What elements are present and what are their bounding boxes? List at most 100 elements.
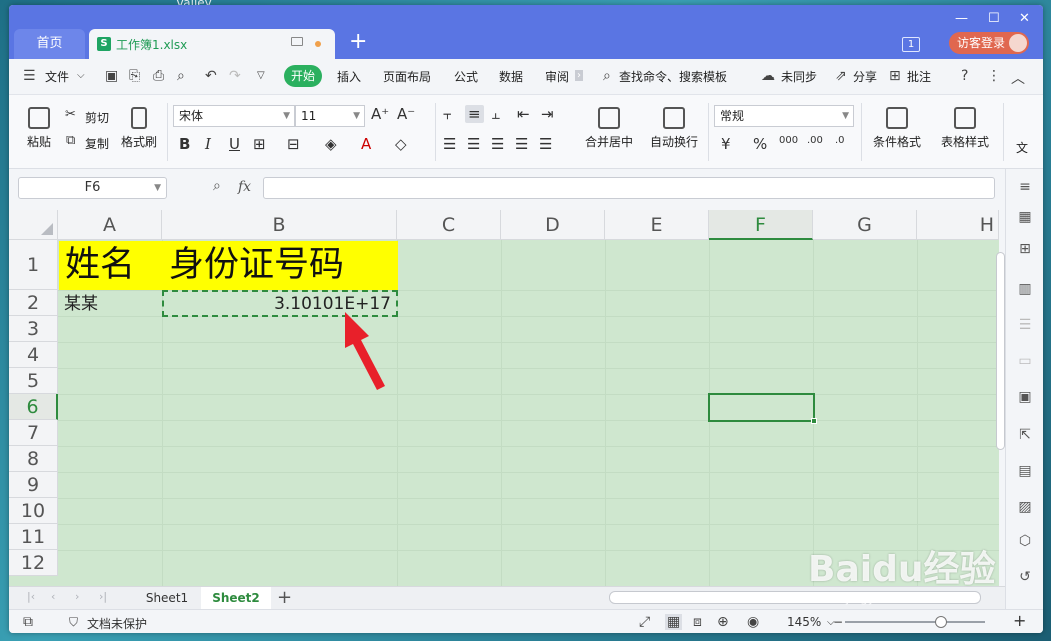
command-search[interactable]: 查找命令、搜索模板 — [619, 68, 727, 85]
cut-button[interactable]: 剪切 — [85, 109, 109, 126]
row-header-8[interactable]: 8 — [9, 446, 58, 472]
chevron-down-icon[interactable]: ⌵ — [77, 70, 85, 81]
sync-status[interactable]: 未同步 — [781, 68, 817, 85]
conditional-format-button[interactable]: 条件格式 — [865, 107, 929, 150]
prev-sheet-icon[interactable]: ‹ — [51, 590, 55, 603]
table-style-button[interactable]: 表格样式 — [933, 107, 997, 150]
menu-formula[interactable]: 公式 — [454, 68, 478, 85]
font-name-select[interactable]: 宋体 ▼ — [173, 105, 295, 127]
maximize-icon[interactable]: ☐ — [988, 11, 1000, 26]
paste-button[interactable]: 粘贴 — [19, 107, 59, 150]
zoom-out-button[interactable]: − — [833, 615, 843, 629]
column-header-d[interactable]: D — [501, 210, 605, 240]
tab-document[interactable]: S 工作簿1.xlsx — [89, 29, 335, 59]
print-icon[interactable]: ⎙ — [153, 68, 164, 84]
last-sheet-icon[interactable]: ›| — [99, 590, 107, 603]
row-header-7[interactable]: 7 — [9, 420, 58, 446]
clear-icon[interactable]: ◇ — [395, 135, 407, 153]
column-header-e[interactable]: E — [605, 210, 709, 240]
merge-center-button[interactable]: 合并居中 — [577, 107, 641, 150]
outdent-icon[interactable]: ⇤ — [517, 105, 530, 123]
row-header-3[interactable]: 3 — [9, 316, 58, 342]
menu-file[interactable]: 文件 — [45, 68, 69, 85]
share-button[interactable]: 分享 — [853, 68, 877, 85]
export-icon[interactable]: ⎘ — [129, 68, 140, 84]
increase-decimal-icon[interactable]: .00 — [807, 135, 823, 146]
menu-icon[interactable]: ≡ — [1016, 179, 1034, 195]
row-header-4[interactable]: 4 — [9, 342, 58, 368]
column-header-f[interactable]: F — [709, 210, 813, 240]
history-icon[interactable]: ↺ — [1016, 569, 1034, 585]
menu-page-layout[interactable]: 页面布局 — [383, 68, 431, 85]
format-painter-button[interactable]: 格式刷 — [117, 107, 161, 150]
eye-protect-icon[interactable]: ◉ — [747, 614, 759, 630]
reading-mode-icon[interactable]: ⊕ — [717, 614, 729, 630]
ribbon-more-label[interactable]: 文 — [1016, 139, 1028, 156]
guest-login-button[interactable]: 访客登录 — [949, 32, 1029, 54]
monitor-icon[interactable] — [291, 37, 303, 46]
vertical-scroll-thumb[interactable] — [996, 252, 1005, 450]
close-icon[interactable]: ✕ — [1019, 11, 1030, 26]
column-header-c[interactable]: C — [397, 210, 501, 240]
name-box[interactable]: F6 ▼ — [18, 177, 167, 199]
customize-icon[interactable]: ▽ — [257, 70, 265, 81]
column-header-b[interactable]: B — [162, 210, 397, 240]
new-tab-button[interactable]: + — [349, 31, 367, 53]
share-icon[interactable]: ⇱ — [1016, 427, 1034, 443]
shield-icon[interactable]: ⬡ — [1016, 533, 1034, 549]
settings-icon[interactable]: ☰ — [1016, 317, 1034, 333]
apps-icon[interactable]: ⊞ — [1016, 241, 1034, 257]
fill-handle[interactable] — [811, 418, 817, 424]
zoom-slider[interactable] — [845, 616, 985, 628]
row-header-10[interactable]: 10 — [9, 498, 58, 524]
row-header-9[interactable]: 9 — [9, 472, 58, 498]
currency-icon[interactable]: ¥ — [721, 135, 731, 153]
search-icon[interactable]: ⌕ — [603, 68, 611, 84]
align-center-icon[interactable]: ☰ — [467, 135, 480, 153]
tab-home[interactable]: 首页 — [14, 29, 85, 59]
thousands-icon[interactable]: 000 — [779, 135, 798, 146]
underline-icon[interactable]: U — [229, 135, 240, 153]
percent-icon[interactable]: % — [753, 135, 767, 153]
wrap-text-button[interactable]: 自动换行 — [645, 107, 703, 150]
workbook-icon[interactable]: ⧉ — [23, 614, 33, 630]
more-tabs-icon[interactable]: › — [575, 70, 583, 81]
justify-icon[interactable]: ☰ — [515, 135, 528, 153]
chart-icon[interactable]: ▥ — [1016, 281, 1034, 297]
sheet-tab-2[interactable]: Sheet2 — [201, 587, 271, 609]
table-icon[interactable]: ▦ — [1016, 209, 1034, 225]
cell-a1[interactable]: 姓名 — [59, 241, 163, 290]
distribute-icon[interactable]: ☰ — [539, 135, 552, 153]
zoom-level[interactable]: 145% — [787, 615, 821, 629]
hamburger-icon[interactable]: ☰ — [23, 68, 36, 84]
help-icon[interactable]: ? — [961, 68, 968, 84]
cell-a2[interactable]: 某某 — [64, 291, 162, 316]
row-header-6[interactable]: 6 — [9, 394, 58, 420]
picture-icon[interactable]: ▨ — [1016, 499, 1034, 515]
zoom-slider-knob[interactable] — [935, 616, 947, 628]
spreadsheet-grid[interactable]: A B C D E F G H 1 2 3 4 5 6 7 8 9 10 11 … — [9, 210, 999, 586]
align-bottom-icon[interactable]: ⫠ — [491, 105, 500, 123]
fill-pattern-icon[interactable]: ⊟ — [287, 135, 300, 153]
number-format-select[interactable]: 常规 ▼ — [714, 105, 854, 127]
font-grow-icon[interactable]: A⁺ — [371, 105, 389, 123]
italic-icon[interactable]: I — [205, 135, 211, 153]
menu-review[interactable]: 审阅 — [545, 68, 569, 85]
align-middle-icon[interactable]: ≡ — [465, 105, 484, 123]
add-sheet-icon[interactable]: + — [277, 587, 292, 608]
archive-icon[interactable]: ▤ — [1016, 463, 1034, 479]
first-sheet-icon[interactable]: |‹ — [27, 590, 35, 603]
collapse-ribbon-icon[interactable]: ︿ — [1011, 68, 1025, 88]
row-header-12[interactable]: 12 — [9, 550, 58, 576]
row-header-1[interactable]: 1 — [9, 240, 58, 290]
page-break-icon[interactable]: ⧈ — [693, 614, 702, 630]
column-header-h[interactable]: H — [917, 210, 999, 240]
more-icon[interactable]: ⋮ — [987, 68, 1001, 84]
row-header-11[interactable]: 11 — [9, 524, 58, 550]
border-icon[interactable]: ⊞ — [253, 135, 266, 153]
formula-input[interactable] — [263, 177, 995, 199]
minimize-icon[interactable]: — — [955, 11, 968, 26]
protection-status[interactable]: 文档未保护 — [87, 615, 147, 632]
row-header-5[interactable]: 5 — [9, 368, 58, 394]
bold-icon[interactable]: B — [179, 135, 190, 153]
